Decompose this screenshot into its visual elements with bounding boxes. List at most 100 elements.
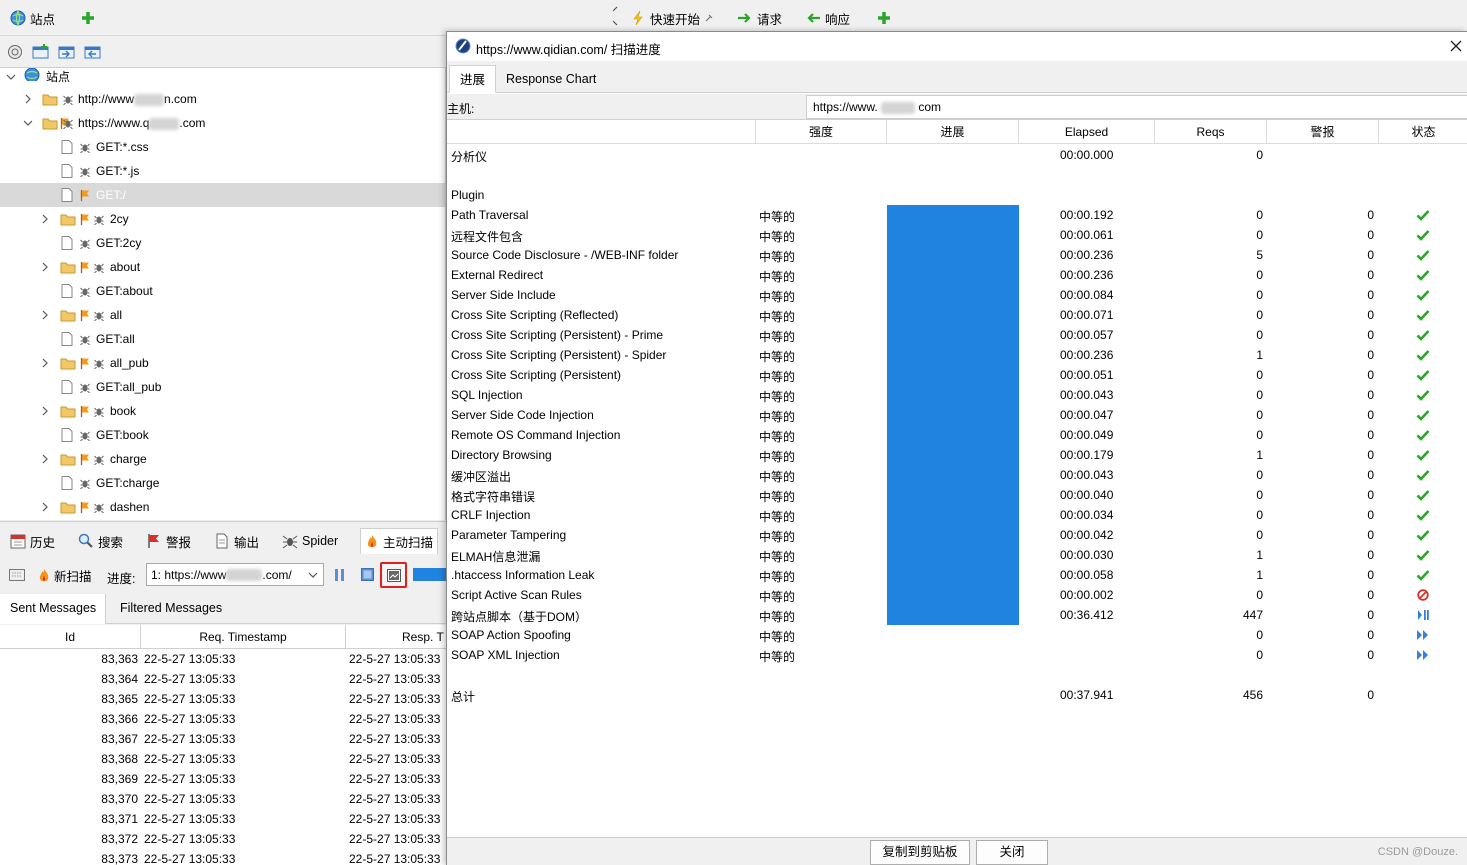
- tab-search[interactable]: 搜索: [78, 530, 123, 552]
- tab-progress[interactable]: 进展: [449, 65, 497, 93]
- scan-rule-row[interactable]: 格式字符串错误 中等的 00:00.040 0 0: [447, 485, 1467, 505]
- pause-icon[interactable]: [334, 568, 346, 582]
- scan-rule-row[interactable]: Path Traversal 中等的 00:00.192 0 0: [447, 205, 1467, 225]
- column-header-status[interactable]: 状态: [1378, 120, 1467, 144]
- tree-item-folder[interactable]: about: [0, 255, 445, 279]
- scan-rule-row[interactable]: Cross Site Scripting (Reflected) 中等的 00:00…: [447, 305, 1467, 325]
- scan-rule-row[interactable]: CRLF Injection 中等的 00:00.034 0 0: [447, 505, 1467, 525]
- table-row[interactable]: 83,369 22-5-27 13:05:33 22-5-27 13:05:33: [0, 769, 446, 789]
- close-button[interactable]: 关闭: [976, 840, 1048, 865]
- scan-rule-row[interactable]: Cross Site Scripting (Persistent) - Spid…: [447, 345, 1467, 365]
- keyboard-icon[interactable]: [9, 569, 25, 581]
- column-header-alerts[interactable]: 警报: [1266, 120, 1378, 144]
- table-row[interactable]: 83,363 22-5-27 13:05:33 22-5-27 13:05:33: [0, 649, 446, 669]
- import-context-icon[interactable]: [58, 44, 76, 60]
- column-header-elapsed[interactable]: Elapsed: [1018, 120, 1154, 144]
- chevron-right-icon[interactable]: [40, 262, 50, 272]
- new-context-icon[interactable]: [32, 44, 50, 60]
- scan-rule-row[interactable]: Server Side Include 中等的 00:00.084 0 0: [447, 285, 1467, 305]
- tab-spider[interactable]: Spider: [282, 530, 338, 552]
- tree-item-folder[interactable]: all_pub: [0, 351, 445, 375]
- chevron-down-icon[interactable]: [6, 72, 16, 82]
- table-row[interactable]: 83,366 22-5-27 13:05:33 22-5-27 13:05:33: [0, 709, 446, 729]
- table-row[interactable]: 83,373 22-5-27 13:05:33 22-5-27 13:05:33: [0, 849, 446, 865]
- tree-item-request[interactable]: GET:*.css: [0, 135, 445, 159]
- column-header-strength[interactable]: 强度: [755, 120, 886, 144]
- close-icon[interactable]: [1450, 40, 1462, 52]
- scan-progress-details-button[interactable]: [380, 562, 407, 588]
- tree-item-request[interactable]: GET:about: [0, 279, 445, 303]
- tab-active-scan[interactable]: 主动扫描: [360, 528, 439, 554]
- chevron-down-icon[interactable]: [23, 118, 33, 128]
- new-scan-button[interactable]: 新扫描: [38, 566, 92, 585]
- add-workspace-tab-button[interactable]: [876, 6, 892, 30]
- tab-filtered-messages[interactable]: Filtered Messages: [112, 594, 242, 624]
- target-icon[interactable]: [7, 44, 25, 60]
- copy-to-clipboard-button[interactable]: 复制到剪贴板: [870, 840, 970, 865]
- tab-sites[interactable]: 站点: [10, 6, 55, 30]
- scan-rule-row[interactable]: 远程文件包含 中等的 00:00.061 0 0: [447, 225, 1467, 245]
- column-header-req-timestamp[interactable]: Req. Timestamp: [141, 625, 346, 649]
- table-row[interactable]: 83,368 22-5-27 13:05:33 22-5-27 13:05:33: [0, 749, 446, 769]
- scan-rule-row[interactable]: SOAP XML Injection 中等的 0 0: [447, 645, 1467, 665]
- tree-item-request[interactable]: GET:book: [0, 423, 445, 447]
- scan-rule-row[interactable]: Parameter Tampering 中等的 00:00.042 0 0: [447, 525, 1467, 545]
- add-tab-button[interactable]: [80, 6, 96, 30]
- chevron-right-icon[interactable]: [40, 358, 50, 368]
- tab-history[interactable]: 历史: [10, 530, 55, 552]
- table-row[interactable]: 83,365 22-5-27 13:05:33 22-5-27 13:05:33: [0, 689, 446, 709]
- column-header-id[interactable]: Id: [0, 625, 141, 649]
- column-header-resp-timestamp[interactable]: Resp. T: [346, 625, 446, 649]
- tree-item-host[interactable]: https://www.q .com: [0, 111, 445, 135]
- column-header-progress[interactable]: 进展: [886, 120, 1018, 144]
- tree-item-folder[interactable]: book: [0, 399, 445, 423]
- chevron-right-icon[interactable]: [40, 406, 50, 416]
- collapse-handle[interactable]: [611, 4, 621, 28]
- table-row[interactable]: 83,364 22-5-27 13:05:33 22-5-27 13:05:33: [0, 669, 446, 689]
- tab-output[interactable]: 输出: [214, 530, 259, 552]
- scan-rule-row[interactable]: Remote OS Command Injection 中等的 00:00.049 0…: [447, 425, 1467, 445]
- scan-rule-row[interactable]: Cross Site Scripting (Persistent) - Prim…: [447, 325, 1467, 345]
- chevron-right-icon[interactable]: [23, 94, 33, 104]
- tree-root[interactable]: 站点: [0, 68, 445, 88]
- scan-rule-row[interactable]: External Redirect 中等的 00:00.236 0 0: [447, 265, 1467, 285]
- tree-item-folder[interactable]: all: [0, 303, 445, 327]
- scan-rule-row[interactable]: Source Code Disclosure - /WEB-INF folder…: [447, 245, 1467, 265]
- scan-select[interactable]: 1: https://www .com/: [146, 563, 324, 586]
- scan-rule-row[interactable]: SQL Injection 中等的 00:00.043 0 0: [447, 385, 1467, 405]
- tab-alerts[interactable]: 警报: [146, 530, 191, 552]
- stop-icon[interactable]: [361, 568, 374, 581]
- column-header-reqs[interactable]: Reqs: [1154, 120, 1266, 144]
- tab-sent-messages[interactable]: Sent Messages: [0, 594, 106, 624]
- chevron-right-icon[interactable]: [40, 214, 50, 224]
- host-field[interactable]: https://www. com: [806, 95, 1467, 119]
- export-context-icon[interactable]: [84, 44, 102, 60]
- scan-rule-row[interactable]: Cross Site Scripting (Persistent) 中等的 00:0…: [447, 365, 1467, 385]
- chevron-right-icon[interactable]: [40, 454, 50, 464]
- tree-item-request[interactable]: GET:2cy: [0, 231, 445, 255]
- quick-start-tab[interactable]: 快速开始: [630, 6, 714, 30]
- request-tab[interactable]: 请求: [737, 6, 782, 30]
- tree-item-folder[interactable]: dashen: [0, 495, 445, 519]
- table-row[interactable]: 83,372 22-5-27 13:05:33 22-5-27 13:05:33: [0, 829, 446, 849]
- table-row[interactable]: 83,371 22-5-27 13:05:33 22-5-27 13:05:33: [0, 809, 446, 829]
- scan-rule-row[interactable]: SOAP Action Spoofing 中等的 0 0: [447, 625, 1467, 645]
- scan-rule-row[interactable]: 缓冲区溢出 中等的 00:00.043 0 0: [447, 465, 1467, 485]
- tree-item-request[interactable]: GET:all: [0, 327, 445, 351]
- scan-rule-row[interactable]: ELMAH信息泄漏 中等的 00:00.030 1 0: [447, 545, 1467, 565]
- scan-rule-row[interactable]: Server Side Code Injection 中等的 00:00.047 0 0: [447, 405, 1467, 425]
- tree-item-host[interactable]: http://www n.com: [0, 87, 445, 111]
- tree-item-folder[interactable]: 2cy: [0, 207, 445, 231]
- chevron-right-icon[interactable]: [40, 502, 50, 512]
- tree-item-request[interactable]: GET:/: [0, 183, 445, 207]
- tree-item-request[interactable]: GET:*.js: [0, 159, 445, 183]
- tab-response-chart[interactable]: Response Chart: [496, 65, 606, 93]
- scan-rule-row[interactable]: .htaccess Information Leak 中等的 00:00.058 1 0: [447, 565, 1467, 585]
- scan-rule-row[interactable]: Script Active Scan Rules 中等的 00:00.002 0 0: [447, 585, 1467, 605]
- chevron-right-icon[interactable]: [40, 310, 50, 320]
- scan-rule-row[interactable]: 跨站点脚本（基于DOM） 中等的 00:36.412 447 0: [447, 605, 1467, 625]
- tree-item-request[interactable]: GET:all_pub: [0, 375, 445, 399]
- table-row[interactable]: 83,367 22-5-27 13:05:33 22-5-27 13:05:33: [0, 729, 446, 749]
- tree-item-request[interactable]: GET:charge: [0, 471, 445, 495]
- response-tab[interactable]: 响应: [805, 6, 850, 30]
